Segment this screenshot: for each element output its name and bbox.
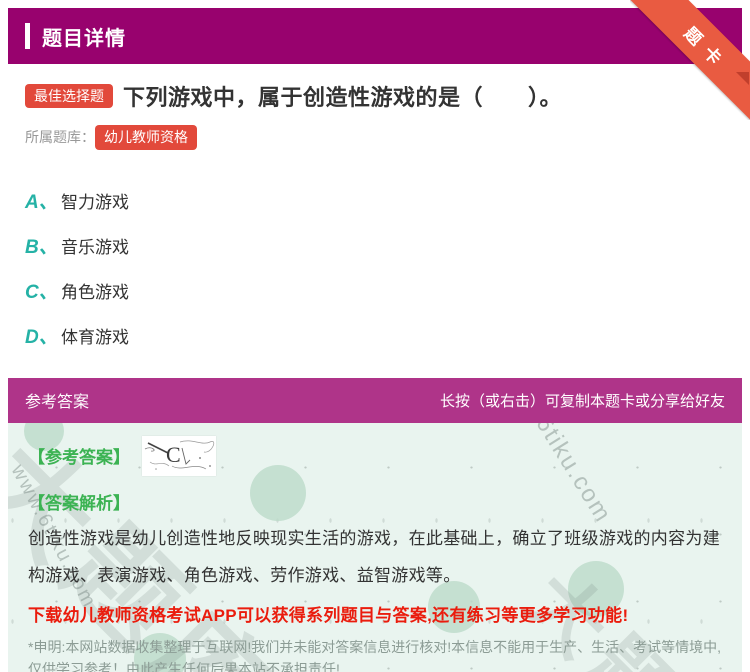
corner-ribbon: 题卡	[630, 0, 750, 120]
answer-letter: C	[166, 442, 181, 467]
header-accent-bar	[25, 23, 30, 49]
analysis-text: 创造性游戏是幼儿创造性地反映现实生活的游戏，在此基础上，确立了班级游戏的内容为建…	[28, 528, 720, 585]
option-a-text: 智力游戏	[61, 192, 129, 212]
option-a: A、 智力游戏	[25, 178, 733, 223]
page-title: 题目详情	[42, 27, 126, 50]
answer-captcha-image: C	[142, 435, 216, 476]
option-a-letter: A、	[25, 191, 58, 213]
option-c: C、 角色游戏	[25, 268, 733, 313]
question-detail-page: 题目详情 题卡 最佳选择题 下列游戏中，属于创造性游戏的是（ ）。 所属题库： …	[0, 0, 750, 672]
option-b-letter: B、	[25, 236, 58, 258]
bank-label: 所属题库：	[25, 129, 95, 146]
answer-section: www.6tiku.com 6tiku.com 大题库 大题库 【参考答案】	[8, 422, 742, 672]
option-c-text: 角色游戏	[61, 282, 129, 302]
answer-copy-hint: 长按（或右击）可复制本题卡或分享给好友	[439, 392, 725, 410]
question-type-badge: 最佳选择题	[25, 83, 113, 109]
ribbon-fold	[736, 72, 749, 85]
option-d-letter: D、	[25, 326, 58, 348]
app-promo-text: 下载幼儿教师资格考试APP可以获得系列题目与答案,还有练习等更多学习功能!	[28, 605, 629, 625]
option-d: D、 体育游戏	[25, 313, 733, 358]
options-list: A、 智力游戏 B、 音乐游戏 C、 角色游戏 D、 体育游戏	[25, 178, 733, 358]
option-d-text: 体育游戏	[61, 327, 129, 347]
disclaimer-text: *申明:本网站数据收集整理于互联网!我们并未能对答案信息进行核对!本信息不能用于…	[28, 638, 722, 672]
option-c-letter: C、	[25, 281, 58, 303]
question-text: 下列游戏中，属于创造性游戏的是（ ）。	[123, 85, 563, 110]
answer-header-bar: 参考答案 长按（或右击）可复制本题卡或分享给好友	[8, 377, 742, 423]
answer-bar-title: 参考答案	[25, 394, 90, 412]
bank-badge: 幼儿教师资格	[95, 125, 197, 150]
reference-answer-label: 【参考答案】	[28, 448, 130, 468]
option-b-text: 音乐游戏	[61, 237, 129, 257]
ribbon-card-link[interactable]: 题卡	[630, 0, 750, 120]
option-b: B、 音乐游戏	[25, 223, 733, 268]
analysis-label: 【答案解析】	[28, 493, 130, 513]
